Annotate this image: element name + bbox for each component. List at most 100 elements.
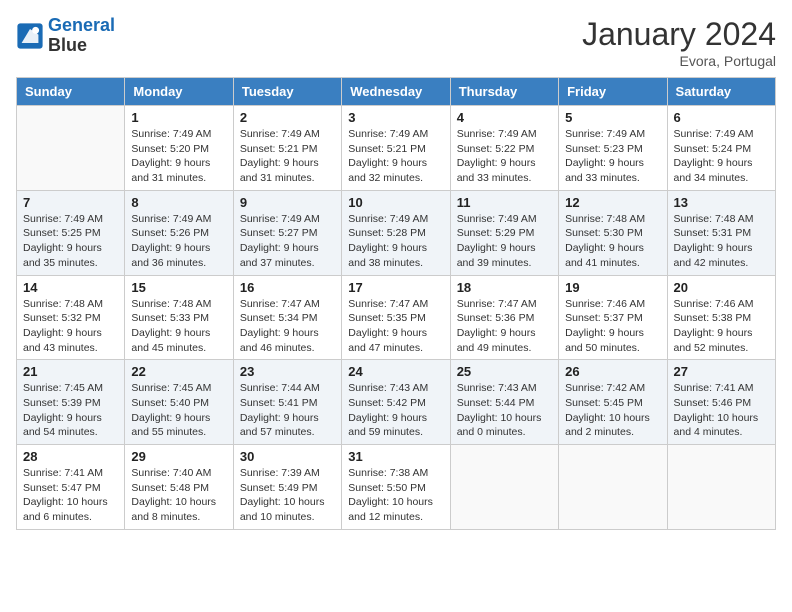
- calendar-cell: 5 Sunrise: 7:49 AM Sunset: 5:23 PM Daylig…: [559, 106, 667, 191]
- calendar-cell: 16 Sunrise: 7:47 AM Sunset: 5:34 PM Dayli…: [233, 275, 341, 360]
- day-info: Sunrise: 7:38 AM Sunset: 5:50 PM Dayligh…: [348, 466, 443, 525]
- day-number: 8: [131, 195, 226, 210]
- day-number: 7: [23, 195, 118, 210]
- day-info: Sunrise: 7:41 AM Sunset: 5:46 PM Dayligh…: [674, 381, 769, 440]
- calendar-header-cell: Sunday: [17, 78, 125, 106]
- calendar-cell: 27 Sunrise: 7:41 AM Sunset: 5:46 PM Dayli…: [667, 360, 775, 445]
- calendar-cell: 26 Sunrise: 7:42 AM Sunset: 5:45 PM Dayli…: [559, 360, 667, 445]
- calendar-cell: 31 Sunrise: 7:38 AM Sunset: 5:50 PM Dayli…: [342, 445, 450, 530]
- day-info: Sunrise: 7:42 AM Sunset: 5:45 PM Dayligh…: [565, 381, 660, 440]
- calendar-cell: 1 Sunrise: 7:49 AM Sunset: 5:20 PM Daylig…: [125, 106, 233, 191]
- calendar-header-cell: Monday: [125, 78, 233, 106]
- calendar-week-row: 1 Sunrise: 7:49 AM Sunset: 5:20 PM Daylig…: [17, 106, 776, 191]
- day-number: 10: [348, 195, 443, 210]
- day-info: Sunrise: 7:49 AM Sunset: 5:21 PM Dayligh…: [240, 127, 335, 186]
- calendar-cell: [559, 445, 667, 530]
- day-info: Sunrise: 7:44 AM Sunset: 5:41 PM Dayligh…: [240, 381, 335, 440]
- calendar-cell: 3Sunrise: 7:49 AM Sunset: 5:21 PM Daylig…: [342, 106, 450, 191]
- calendar-cell: 9 Sunrise: 7:49 AM Sunset: 5:27 PM Daylig…: [233, 190, 341, 275]
- calendar-header-cell: Thursday: [450, 78, 558, 106]
- day-info: Sunrise: 7:49 AM Sunset: 5:29 PM Dayligh…: [457, 212, 552, 271]
- day-info: Sunrise: 7:47 AM Sunset: 5:36 PM Dayligh…: [457, 297, 552, 356]
- day-number: 19: [565, 280, 660, 295]
- calendar-cell: 17 Sunrise: 7:47 AM Sunset: 5:35 PM Dayli…: [342, 275, 450, 360]
- day-number: 16: [240, 280, 335, 295]
- calendar-cell: 25 Sunrise: 7:43 AM Sunset: 5:44 PM Dayli…: [450, 360, 558, 445]
- calendar-cell: [450, 445, 558, 530]
- day-info: Sunrise: 7:47 AM Sunset: 5:34 PM Dayligh…: [240, 297, 335, 356]
- day-number: 5: [565, 110, 660, 125]
- calendar-week-row: 21Sunrise: 7:45 AM Sunset: 5:39 PM Dayli…: [17, 360, 776, 445]
- day-info: Sunrise: 7:49 AM Sunset: 5:26 PM Dayligh…: [131, 212, 226, 271]
- calendar-header-cell: Tuesday: [233, 78, 341, 106]
- calendar-header-row: SundayMondayTuesdayWednesdayThursdayFrid…: [17, 78, 776, 106]
- day-number: 27: [674, 364, 769, 379]
- day-info: Sunrise: 7:49 AM Sunset: 5:22 PM Dayligh…: [457, 127, 552, 186]
- day-info: Sunrise: 7:46 AM Sunset: 5:38 PM Dayligh…: [674, 297, 769, 356]
- day-info: Sunrise: 7:40 AM Sunset: 5:48 PM Dayligh…: [131, 466, 226, 525]
- calendar-cell: 13Sunrise: 7:48 AM Sunset: 5:31 PM Dayli…: [667, 190, 775, 275]
- day-info: Sunrise: 7:46 AM Sunset: 5:37 PM Dayligh…: [565, 297, 660, 356]
- calendar-cell: 18Sunrise: 7:47 AM Sunset: 5:36 PM Dayli…: [450, 275, 558, 360]
- day-number: 25: [457, 364, 552, 379]
- calendar-header-cell: Friday: [559, 78, 667, 106]
- day-info: Sunrise: 7:48 AM Sunset: 5:32 PM Dayligh…: [23, 297, 118, 356]
- day-info: Sunrise: 7:49 AM Sunset: 5:24 PM Dayligh…: [674, 127, 769, 186]
- calendar-cell: 14 Sunrise: 7:48 AM Sunset: 5:32 PM Dayli…: [17, 275, 125, 360]
- location: Evora, Portugal: [582, 53, 776, 69]
- day-number: 9: [240, 195, 335, 210]
- logo-icon: [16, 22, 44, 50]
- calendar-cell: 2 Sunrise: 7:49 AM Sunset: 5:21 PM Daylig…: [233, 106, 341, 191]
- calendar-body: 1 Sunrise: 7:49 AM Sunset: 5:20 PM Daylig…: [17, 106, 776, 530]
- day-info: Sunrise: 7:39 AM Sunset: 5:49 PM Dayligh…: [240, 466, 335, 525]
- day-number: 2: [240, 110, 335, 125]
- day-number: 28: [23, 449, 118, 464]
- day-info: Sunrise: 7:49 AM Sunset: 5:25 PM Dayligh…: [23, 212, 118, 271]
- calendar-cell: 22 Sunrise: 7:45 AM Sunset: 5:40 PM Dayli…: [125, 360, 233, 445]
- day-info: Sunrise: 7:43 AM Sunset: 5:44 PM Dayligh…: [457, 381, 552, 440]
- day-info: Sunrise: 7:47 AM Sunset: 5:35 PM Dayligh…: [348, 297, 443, 356]
- day-info: Sunrise: 7:45 AM Sunset: 5:40 PM Dayligh…: [131, 381, 226, 440]
- day-number: 17: [348, 280, 443, 295]
- calendar-cell: 6 Sunrise: 7:49 AM Sunset: 5:24 PM Daylig…: [667, 106, 775, 191]
- day-number: 12: [565, 195, 660, 210]
- day-number: 6: [674, 110, 769, 125]
- calendar-cell: 15Sunrise: 7:48 AM Sunset: 5:33 PM Dayli…: [125, 275, 233, 360]
- day-number: 3: [348, 110, 443, 125]
- day-number: 11: [457, 195, 552, 210]
- calendar-cell: [17, 106, 125, 191]
- calendar-cell: [667, 445, 775, 530]
- day-number: 29: [131, 449, 226, 464]
- calendar-table: SundayMondayTuesdayWednesdayThursdayFrid…: [16, 77, 776, 530]
- day-info: Sunrise: 7:49 AM Sunset: 5:20 PM Dayligh…: [131, 127, 226, 186]
- day-info: Sunrise: 7:49 AM Sunset: 5:28 PM Dayligh…: [348, 212, 443, 271]
- day-number: 26: [565, 364, 660, 379]
- calendar-week-row: 28Sunrise: 7:41 AM Sunset: 5:47 PM Dayli…: [17, 445, 776, 530]
- calendar-cell: 29 Sunrise: 7:40 AM Sunset: 5:48 PM Dayli…: [125, 445, 233, 530]
- logo: General Blue: [16, 16, 115, 56]
- day-info: Sunrise: 7:49 AM Sunset: 5:27 PM Dayligh…: [240, 212, 335, 271]
- calendar-header-cell: Saturday: [667, 78, 775, 106]
- calendar-cell: 20Sunrise: 7:46 AM Sunset: 5:38 PM Dayli…: [667, 275, 775, 360]
- logo-line2: Blue: [48, 36, 115, 56]
- calendar-week-row: 7 Sunrise: 7:49 AM Sunset: 5:25 PM Daylig…: [17, 190, 776, 275]
- calendar-cell: 11 Sunrise: 7:49 AM Sunset: 5:29 PM Dayli…: [450, 190, 558, 275]
- calendar-cell: 28Sunrise: 7:41 AM Sunset: 5:47 PM Dayli…: [17, 445, 125, 530]
- day-number: 22: [131, 364, 226, 379]
- calendar-cell: 21Sunrise: 7:45 AM Sunset: 5:39 PM Dayli…: [17, 360, 125, 445]
- calendar-cell: 10 Sunrise: 7:49 AM Sunset: 5:28 PM Dayli…: [342, 190, 450, 275]
- calendar-cell: 30 Sunrise: 7:39 AM Sunset: 5:49 PM Dayli…: [233, 445, 341, 530]
- day-info: Sunrise: 7:48 AM Sunset: 5:31 PM Dayligh…: [674, 212, 769, 271]
- day-number: 23: [240, 364, 335, 379]
- day-number: 30: [240, 449, 335, 464]
- calendar-cell: 19 Sunrise: 7:46 AM Sunset: 5:37 PM Dayli…: [559, 275, 667, 360]
- day-number: 1: [131, 110, 226, 125]
- calendar-cell: 7 Sunrise: 7:49 AM Sunset: 5:25 PM Daylig…: [17, 190, 125, 275]
- calendar-cell: 23 Sunrise: 7:44 AM Sunset: 5:41 PM Dayli…: [233, 360, 341, 445]
- day-number: 14: [23, 280, 118, 295]
- day-info: Sunrise: 7:49 AM Sunset: 5:23 PM Dayligh…: [565, 127, 660, 186]
- calendar-header-cell: Wednesday: [342, 78, 450, 106]
- day-info: Sunrise: 7:43 AM Sunset: 5:42 PM Dayligh…: [348, 381, 443, 440]
- calendar-cell: 8 Sunrise: 7:49 AM Sunset: 5:26 PM Daylig…: [125, 190, 233, 275]
- day-number: 31: [348, 449, 443, 464]
